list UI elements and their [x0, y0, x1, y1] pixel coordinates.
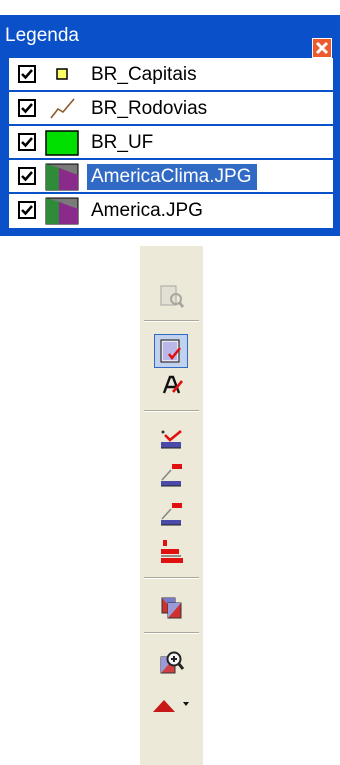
edit-line-button[interactable]: [157, 459, 187, 489]
close-icon: [315, 41, 329, 55]
layer-checkbox[interactable]: [18, 99, 36, 117]
layer-label: BR_Rodovias: [91, 98, 208, 119]
checkmark-icon: [21, 69, 33, 80]
triangle-menu-button[interactable]: [150, 686, 194, 716]
layer-checkbox[interactable]: [18, 133, 36, 151]
layer-row-br-rodovias[interactable]: BR_Rodovias: [9, 92, 333, 126]
checkmark-icon: [21, 103, 33, 114]
layer-label: America.JPG: [91, 200, 203, 221]
edit-label-button[interactable]: [157, 370, 187, 400]
legend-title: Legenda: [5, 25, 79, 46]
select-layer-icon: [160, 339, 181, 363]
edit-label-icon: [162, 375, 184, 394]
checkmark-icon: [21, 171, 33, 182]
edit-point-button[interactable]: [157, 424, 187, 454]
zoom-in-button[interactable]: [157, 647, 187, 677]
zoom-layer-icon: [160, 285, 185, 308]
layer-label: BR_UF: [91, 132, 154, 153]
layer-checkbox[interactable]: [18, 201, 36, 219]
layer-list: BR_Capitais BR_Rodovias BR_UF AmericaCli…: [9, 58, 333, 228]
checkmark-icon: [21, 205, 33, 216]
copy-layer-icon: [161, 597, 182, 619]
edit-point-icon: [161, 429, 182, 449]
layer-label: BR_Capitais: [91, 64, 197, 85]
zoom-layer-button[interactable]: [157, 282, 187, 312]
line-symbol-icon: [50, 98, 75, 119]
legend-panel: Legenda BR_Capitais BR_Rodovias BR_UF Am…: [0, 15, 340, 236]
polygon-symbol-icon: [45, 130, 79, 156]
layer-row-americaclima[interactable]: AmericaClima.JPG: [9, 160, 333, 194]
edit-line-icon: [161, 464, 182, 487]
vertical-toolbar: [140, 246, 203, 765]
select-layer-button[interactable]: [154, 334, 188, 368]
raster-symbol-icon: [45, 197, 79, 225]
layer-checkbox[interactable]: [18, 167, 36, 185]
checkmark-icon: [21, 137, 33, 148]
close-button[interactable]: [312, 38, 332, 58]
layer-label: AmericaClima.JPG: [87, 164, 258, 190]
layer-checkbox[interactable]: [18, 65, 36, 83]
layer-row-br-capitais[interactable]: BR_Capitais: [9, 58, 333, 92]
edit-polygon-button[interactable]: [157, 536, 187, 566]
edit-polygon-icon: [161, 540, 183, 563]
layer-row-america[interactable]: America.JPG: [9, 194, 333, 228]
edit-line-2-icon: [161, 503, 182, 526]
triangle-menu-icon: [153, 700, 189, 712]
layer-row-br-uf[interactable]: BR_UF: [9, 126, 333, 160]
copy-layer-button[interactable]: [157, 592, 187, 622]
point-symbol-icon: [56, 68, 68, 80]
zoom-in-icon: [160, 651, 185, 674]
edit-line-2-button[interactable]: [157, 498, 187, 528]
raster-symbol-icon: [45, 163, 79, 191]
